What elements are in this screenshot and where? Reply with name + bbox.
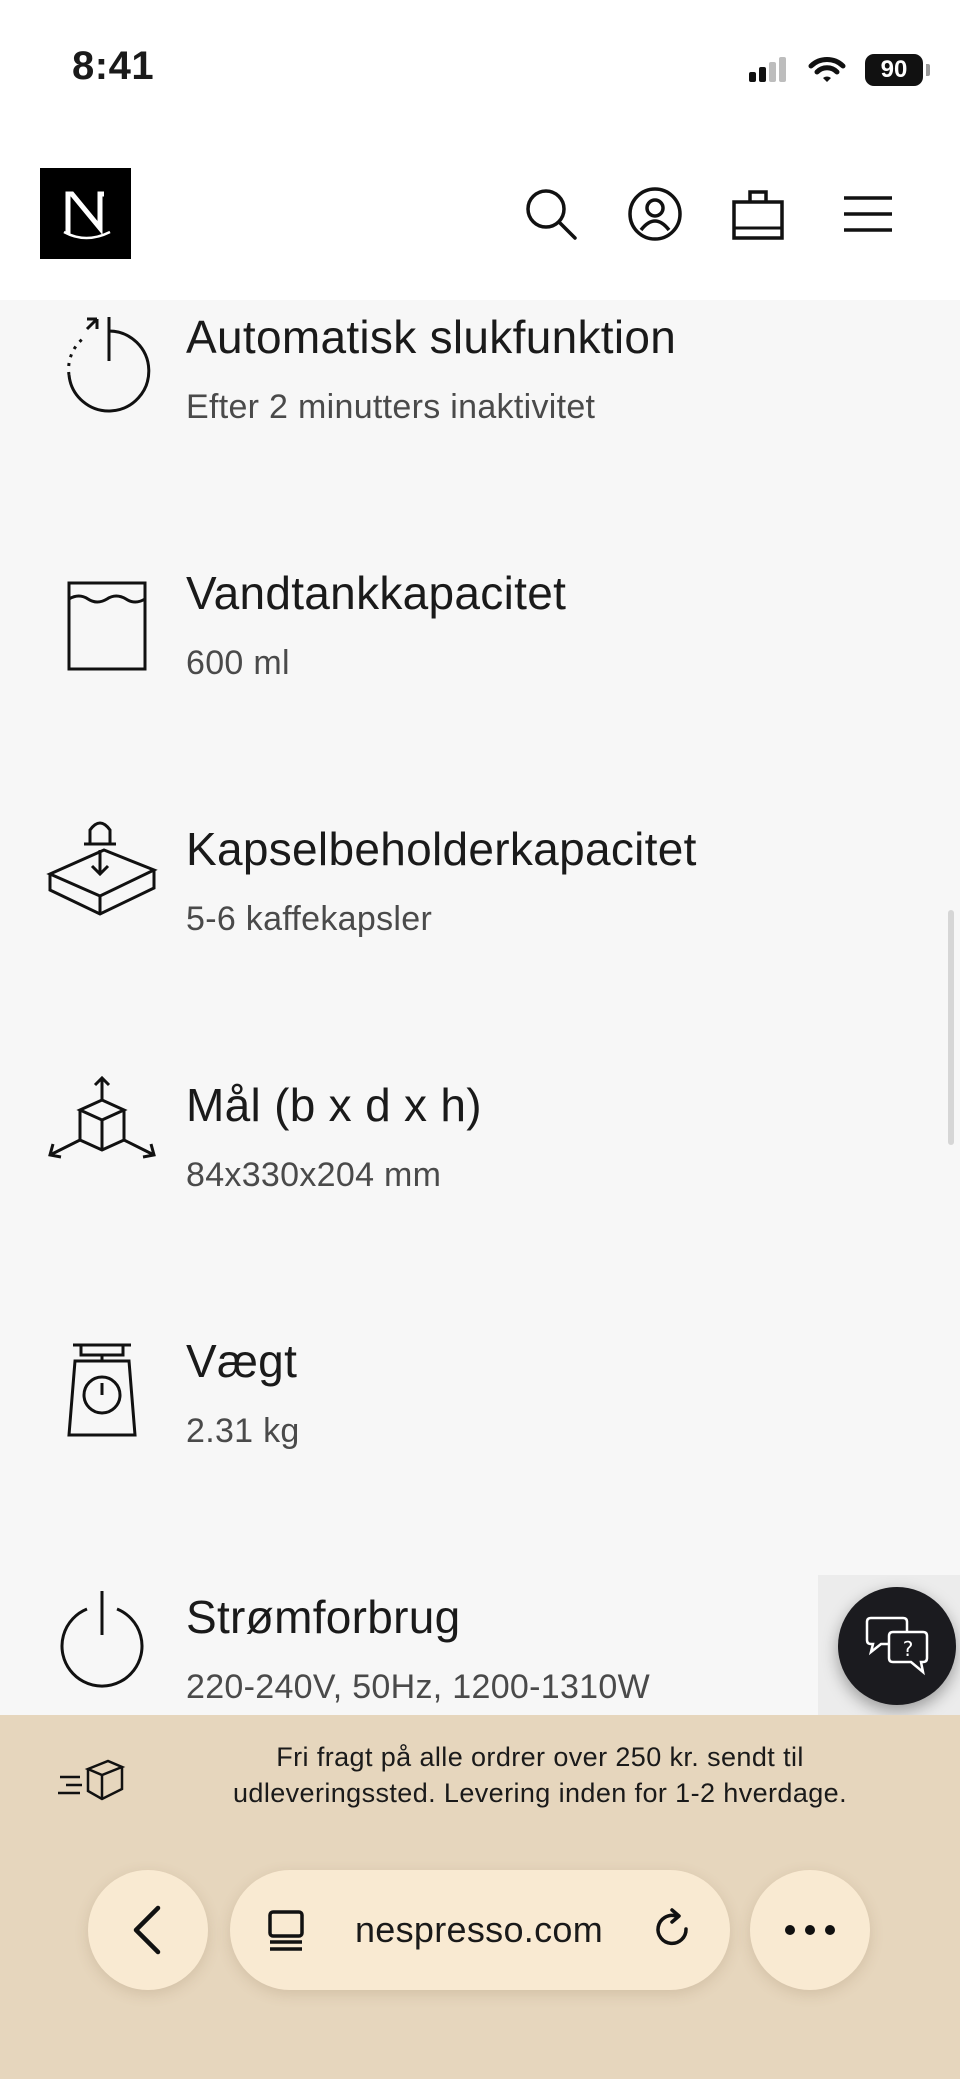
spec-title: Mål (b x d x h) [186,1079,482,1131]
spec-title: Vægt [186,1335,298,1387]
spec-value: 2.31 kg [186,1412,300,1450]
spec-value: 84x330x204 mm [186,1156,442,1194]
reload-icon[interactable] [650,1907,696,1953]
delivery-line-1: Fri fragt på alle ordrer over 250 kr. se… [276,1742,804,1772]
wifi-icon [808,57,846,82]
delivery-banner: Fri fragt på alle ordrer over 250 kr. se… [0,1715,960,2079]
battery-indicator: 90 [865,54,930,86]
menu-button[interactable] [838,184,898,244]
spec-value: 5-6 kaffekapsler [186,900,433,938]
account-button[interactable] [625,184,685,244]
page-icon [268,1910,304,1951]
back-icon [133,1905,161,1955]
delivery-box-icon [58,1759,126,1801]
bag-button[interactable] [728,184,788,244]
page-scrollbar[interactable] [948,910,954,1145]
search-button[interactable] [521,184,581,244]
spec-item: Vægt 2.31 kg [0,1324,960,1524]
auto-off-icon [67,317,151,413]
spec-title: Vandtankkapacitet [186,567,567,619]
spec-title: Kapselbeholderkapacitet [186,823,697,875]
status-bar: 8:41 90 [0,0,960,140]
nespresso-logo[interactable] [40,168,131,259]
status-time: 8:41 [72,44,155,88]
battery-level: 90 [865,54,923,86]
spec-item: Kapselbeholderkapacitet 5-6 kaffekapsler [0,812,960,1012]
delivery-line-2: udleveringssted. Levering inden for 1-2 … [233,1778,847,1808]
cellular-signal-icon [749,57,786,82]
chat-help-icon: ? [865,1616,929,1676]
spec-icon [42,1068,162,1188]
browser-back-button[interactable] [88,1870,208,1990]
spec-value: 220-240V, 50Hz, 1200-1310W [186,1668,650,1706]
dimensions-icon [48,1075,156,1159]
browser-more-button[interactable] [750,1870,870,1990]
spec-item: Automatisk slukfunktion Efter 2 minutter… [0,300,960,500]
power-icon [60,1591,144,1688]
spec-icon [42,1324,162,1444]
scale-icon [67,1343,137,1437]
spec-value: 600 ml [186,644,290,682]
spec-icon [42,812,162,932]
spec-icon [42,556,162,676]
bag-icon [732,190,784,240]
more-icon [785,1925,835,1935]
browser-address-bar[interactable]: nespresso.com [230,1870,730,1990]
delivery-message: Fri fragt på alle ordrer over 250 kr. se… [150,1739,930,1811]
account-icon [628,187,682,241]
menu-icon [844,196,892,232]
search-icon [526,189,577,240]
spec-value: Efter 2 minutters inaktivitet [186,388,596,426]
spec-item: Mål (b x d x h) 84x330x204 mm [0,1068,960,1268]
svg-text:?: ? [903,1637,914,1661]
spec-title: Strømforbrug [186,1591,461,1643]
spec-item: Vandtankkapacitet 600 ml [0,556,960,756]
browser-url[interactable]: nespresso.com [355,1909,603,1951]
water-tank-icon [67,581,147,671]
status-icons: 90 [747,52,930,88]
spec-icon [42,1580,162,1700]
nespresso-logo-icon [62,191,111,239]
spec-title: Automatisk slukfunktion [186,311,677,363]
site-header [0,140,960,300]
capsule-container-icon [46,821,158,916]
chat-help-button[interactable]: ? [838,1587,956,1705]
spec-icon [42,300,162,420]
